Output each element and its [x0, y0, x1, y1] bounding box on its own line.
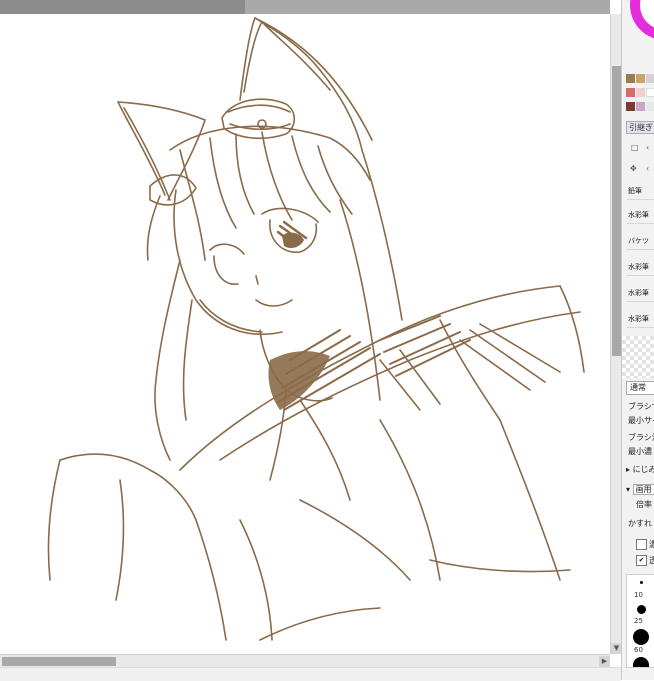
horizontal-scroll-thumb[interactable]: [2, 657, 116, 666]
lasso-icon[interactable]: ‹: [646, 143, 649, 152]
color-swatch[interactable]: [636, 102, 645, 111]
select-rect-icon[interactable]: □: [631, 143, 639, 152]
color-swatch[interactable]: [626, 88, 635, 97]
rotate-icon[interactable]: ‹: [646, 164, 649, 173]
chevron-down-icon: ▾: [626, 485, 633, 494]
transparency-checkbox-label: 透: [649, 555, 654, 566]
tool-label: 鉛筆: [628, 187, 642, 195]
brush-preview: [622, 336, 654, 378]
brush-dot-icon[interactable]: [633, 629, 649, 645]
brush-dot-icon[interactable]: [640, 581, 643, 584]
color-swatch[interactable]: [646, 88, 654, 97]
density-checkbox[interactable]: [636, 539, 647, 550]
tool-slot[interactable]: 水彩筆: [627, 254, 654, 276]
transparency-checkbox[interactable]: ✔: [636, 555, 647, 566]
color-swatch[interactable]: [636, 88, 645, 97]
brush-size-label: ブラシサ: [628, 402, 654, 411]
vertical-scroll-thumb[interactable]: [612, 66, 621, 356]
brush-size-value: 10: [634, 591, 643, 599]
color-swatch[interactable]: [626, 74, 635, 83]
color-swatch[interactable]: [626, 102, 635, 111]
tool-slot[interactable]: 水彩筆: [627, 202, 654, 224]
tool-label: 水彩筆: [628, 211, 649, 219]
tool-slot[interactable]: 鉛筆: [627, 178, 654, 200]
color-swatch[interactable]: [646, 102, 654, 111]
tool-label: 水彩筆: [628, 289, 649, 297]
color-swatch[interactable]: [636, 74, 645, 83]
blur-expander[interactable]: ▸ にじみ: [626, 464, 654, 475]
drawing-canvas[interactable]: [0, 14, 610, 654]
blend-mode-select[interactable]: 通常: [626, 381, 654, 395]
brush-density-label: ブラシ濃: [628, 433, 654, 442]
brush-size-value: 25: [634, 617, 643, 625]
status-strip: [0, 667, 621, 681]
layer-button[interactable]: 引継ぎ: [626, 121, 654, 134]
density-checkbox-label: 濃: [649, 539, 654, 550]
top-toolbar-strip: [0, 0, 610, 14]
tool-slot[interactable]: 水彩筆: [627, 306, 654, 328]
sketch-drawing: [47, 17, 585, 641]
min-size-label: 最小サイ: [628, 416, 654, 425]
tool-slot[interactable]: 水彩筆: [627, 280, 654, 302]
brush-size-palette[interactable]: 10 25 60: [626, 574, 654, 668]
tool-label: 水彩筆: [628, 315, 649, 323]
top-strip-thumb[interactable]: [0, 0, 245, 14]
scale-label: 倍率: [636, 500, 652, 509]
horizontal-scrollbar[interactable]: ▶: [0, 654, 610, 668]
brush-dot-icon[interactable]: [637, 605, 646, 614]
tool-label: 水彩筆: [628, 263, 649, 271]
scroll-right-icon[interactable]: ▶: [599, 656, 610, 667]
paper-expander[interactable]: ▾ 画用: [626, 484, 654, 495]
tool-panel: 引継ぎ □ ‹ ✥ ‹ 鉛筆 水彩筆 バケツ 水彩筆 水彩筆 水彩筆 通常 ブラ…: [621, 0, 654, 680]
move-icon[interactable]: ✥: [630, 164, 637, 173]
texture-label: かすれ: [628, 519, 652, 528]
brush-size-value: 60: [634, 646, 643, 654]
color-swatch[interactable]: [646, 74, 654, 83]
tool-label: バケツ: [628, 237, 649, 245]
blur-expander-label: にじみ: [632, 465, 654, 474]
paper-select[interactable]: 画用: [632, 484, 654, 495]
tool-slot[interactable]: バケツ: [627, 228, 654, 250]
brush-dot-icon[interactable]: [633, 657, 649, 667]
min-density-label: 最小濃: [628, 447, 652, 456]
